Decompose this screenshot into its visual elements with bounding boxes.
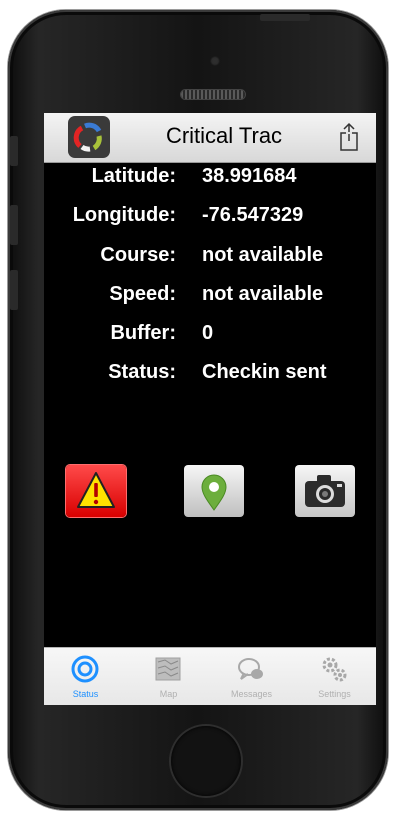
power-button xyxy=(260,14,310,21)
longitude-label: Longitude: xyxy=(72,204,176,226)
status-row: Status: Checkin sent xyxy=(44,361,376,391)
front-camera xyxy=(210,56,220,66)
tab-status-label: Status xyxy=(72,689,99,699)
mute-switch xyxy=(10,136,18,166)
speed-value: not available xyxy=(202,283,324,305)
camera-icon xyxy=(305,475,345,507)
latitude-label: Latitude: xyxy=(91,165,176,187)
tab-settings-label: Settings xyxy=(318,689,351,699)
course-label: Course: xyxy=(100,244,176,266)
share-button[interactable] xyxy=(334,121,364,153)
latitude-row: Latitude: 38.991684 xyxy=(44,165,376,195)
speed-row: Speed: not available xyxy=(44,283,376,313)
tab-map[interactable]: Map xyxy=(127,648,210,705)
gears-icon xyxy=(322,657,347,682)
app-logo-icon xyxy=(68,116,110,158)
checkin-location-button[interactable] xyxy=(184,465,244,517)
volume-down-button xyxy=(10,270,18,310)
tab-messages-label: Messages xyxy=(230,689,273,699)
tab-status[interactable]: Status xyxy=(44,648,127,705)
app-screen: Critical Trac Latitude: 38.991684 Longit… xyxy=(44,113,376,705)
course-value: not available xyxy=(202,244,324,266)
photo-capture-button[interactable] xyxy=(295,465,355,517)
navigation-bar: Critical Trac xyxy=(44,113,376,163)
tab-settings[interactable]: Settings xyxy=(293,648,376,705)
latitude-value: 38.991684 xyxy=(202,165,297,187)
map-icon xyxy=(155,657,181,681)
volume-up-button xyxy=(10,205,18,245)
earpiece-speaker xyxy=(181,90,245,99)
tab-map-label: Map xyxy=(159,689,178,699)
share-icon xyxy=(340,122,358,151)
map-pin-icon xyxy=(201,474,227,511)
buffer-row: Buffer: 0 xyxy=(44,322,376,352)
course-row: Course: not available xyxy=(44,244,376,274)
tab-bar: Status Map Messages Settings xyxy=(44,647,376,705)
chat-icon xyxy=(238,658,263,680)
app-title: Critical Trac xyxy=(165,123,283,148)
longitude-row: Longitude: -76.547329 xyxy=(44,204,376,234)
longitude-value: -76.547329 xyxy=(202,204,304,226)
home-button[interactable] xyxy=(171,726,241,796)
status-value: Checkin sent xyxy=(202,361,327,383)
warning-icon xyxy=(77,472,115,508)
speed-label: Speed: xyxy=(109,283,176,305)
target-icon xyxy=(71,655,99,683)
emergency-alert-button[interactable] xyxy=(66,465,126,517)
buffer-label: Buffer: xyxy=(110,322,176,344)
tab-messages[interactable]: Messages xyxy=(210,648,293,705)
status-label: Status: xyxy=(108,361,176,383)
buffer-value: 0 xyxy=(202,322,214,344)
